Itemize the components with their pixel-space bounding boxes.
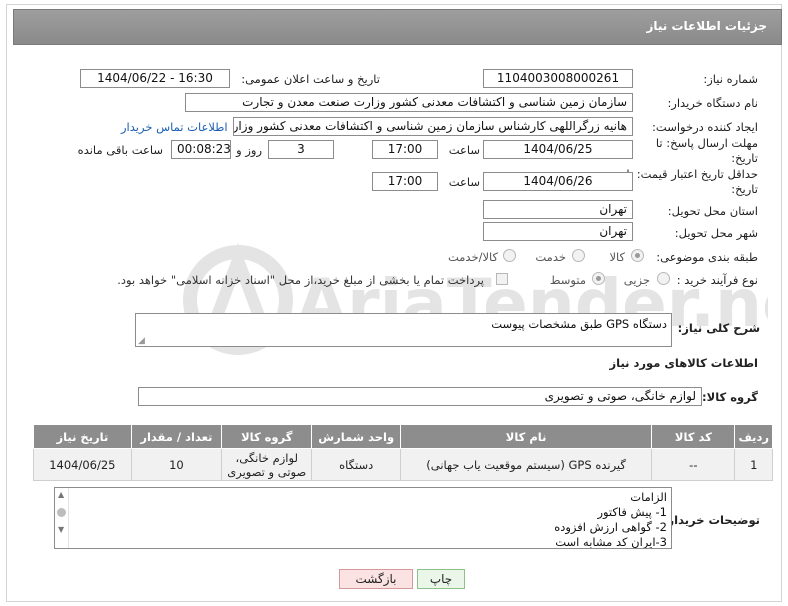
process-radio-minor[interactable] bbox=[657, 272, 670, 285]
process-label: نوع فرآیند خرید : bbox=[676, 273, 758, 287]
notes-line: 3-ایران کد مشابه است bbox=[555, 535, 667, 549]
col-unit: واحد شمارش bbox=[311, 424, 401, 449]
category-option-goods: کالا bbox=[609, 250, 625, 264]
goods-group-label: گروه کالا: bbox=[702, 390, 758, 404]
need-number-field[interactable]: 1104003008000261 bbox=[483, 69, 633, 88]
notes-content: الزامات 1- پیش فاکتور 2- گواهی ارزش افزو… bbox=[55, 488, 671, 549]
notes-line: 1- پیش فاکتور bbox=[597, 505, 667, 519]
table-header-row: ردیف کد کالا نام کالا واحد شمارش گروه کا… bbox=[33, 424, 773, 449]
validity-time-label: ساعت bbox=[448, 175, 480, 189]
remaining-time-field[interactable]: 00:08:23 bbox=[171, 140, 231, 159]
category-option-goods-service: کالا/خدمت bbox=[447, 250, 498, 264]
goods-group-field[interactable]: لوازم خانگی، صوتی و تصویری bbox=[138, 387, 702, 406]
resize-grip-icon[interactable]: ◢ bbox=[138, 336, 145, 346]
treasury-payment-checkbox[interactable] bbox=[496, 273, 508, 285]
validity-time-field[interactable]: 17:00 bbox=[372, 172, 438, 191]
category-radio-goods-service[interactable] bbox=[503, 249, 516, 262]
category-label: طبقه بندی موضوعی: bbox=[656, 250, 758, 264]
scroll-down-icon[interactable]: ▼ bbox=[58, 525, 64, 534]
category-radio-service[interactable] bbox=[572, 249, 585, 262]
goods-table: ردیف کد کالا نام کالا واحد شمارش گروه کا… bbox=[33, 424, 773, 481]
buyer-org-field[interactable]: سازمان زمین شناسی و اکتشافات معدنی کشور … bbox=[185, 93, 633, 112]
process-option-medium: متوسط bbox=[549, 273, 586, 287]
creator-label: ایجاد کننده درخواست: bbox=[652, 120, 758, 134]
scroll-up-icon[interactable]: ▲ bbox=[58, 490, 64, 499]
category-option-service: خدمت bbox=[535, 250, 566, 264]
cell-quantity: 10 bbox=[130, 448, 223, 481]
col-quantity: تعداد / مقدار bbox=[130, 424, 223, 449]
contact-buyer-link[interactable]: اطلاعات تماس خریدار bbox=[121, 120, 228, 134]
creator-field[interactable]: هانیه زرگراللهی کارشناس سازمان زمین شناس… bbox=[233, 117, 633, 136]
notes-line: الزامات bbox=[630, 490, 667, 504]
print-button[interactable]: چاپ bbox=[417, 569, 465, 589]
validity-label: حداقل تاریخ اعتبار قیمت: تا تاریخ: bbox=[626, 167, 758, 196]
col-goods-group: گروه کالا bbox=[221, 424, 313, 449]
cell-goods-code: -- bbox=[651, 448, 736, 481]
goods-info-title: اطلاعات کالاهای مورد نیاز bbox=[609, 356, 758, 370]
validity-date-field[interactable]: 1404/06/26 bbox=[483, 172, 633, 191]
remaining-label: ساعت باقی مانده bbox=[77, 143, 163, 157]
table-row[interactable]: 1 -- گیرنده GPS (سیستم موقعیت یاب جهانی)… bbox=[33, 448, 773, 481]
days-field[interactable]: 3 bbox=[268, 140, 334, 159]
description-text: دستگاه GPS طبق مشخصات پیوست bbox=[491, 317, 667, 331]
city-field[interactable]: تهران bbox=[483, 222, 633, 241]
notes-line: 2- گواهی ارزش افزوده bbox=[554, 520, 667, 534]
col-goods-name: نام کالا bbox=[399, 424, 653, 449]
buyer-org-label: نام دستگاه خریدار: bbox=[667, 96, 758, 110]
scroll-thumb[interactable] bbox=[57, 508, 66, 517]
cell-need-date: 1404/06/25 bbox=[33, 448, 132, 481]
back-button[interactable]: بازگشت bbox=[339, 569, 413, 589]
category-radio-goods[interactable] bbox=[631, 249, 644, 262]
buyer-notes-field[interactable]: ▲ ▼ الزامات 1- پیش فاکتور 2- گواهی ارزش … bbox=[54, 487, 672, 549]
city-label: شهر محل تحویل: bbox=[674, 226, 758, 240]
process-option-minor: جزیی bbox=[623, 273, 650, 287]
province-label: استان محل تحویل: bbox=[667, 204, 758, 218]
cell-goods-group: لوازم خانگی، صوتی و تصویری bbox=[221, 448, 313, 481]
col-row-number: ردیف bbox=[734, 424, 773, 449]
deadline-time-field[interactable]: 17:00 bbox=[372, 140, 438, 159]
deadline-date-field[interactable]: 1404/06/25 bbox=[483, 140, 633, 159]
cell-unit: دستگاه bbox=[311, 448, 401, 481]
page-header: جزئیات اطلاعات نیاز bbox=[13, 9, 782, 45]
deadline-label: مهلت ارسال پاسخ: تا تاریخ: bbox=[655, 136, 758, 165]
col-goods-code: کد کالا bbox=[651, 424, 736, 449]
cell-goods-name: گیرنده GPS (سیستم موقعیت یاب جهانی) bbox=[399, 448, 653, 481]
cell-row-number: 1 bbox=[734, 448, 773, 481]
col-need-date: تاریخ نیاز bbox=[33, 424, 132, 449]
process-radio-medium[interactable] bbox=[592, 272, 605, 285]
payment-note: پرداخت تمام یا بخشی از مبلغ خرید،از محل … bbox=[117, 273, 484, 287]
deadline-time-label: ساعت bbox=[448, 143, 480, 157]
announce-label: تاریخ و ساعت اعلان عمومی: bbox=[241, 72, 380, 86]
description-field[interactable]: دستگاه GPS طبق مشخصات پیوست ◢ bbox=[135, 313, 672, 347]
announce-field[interactable]: 1404/06/22 - 16:30 bbox=[80, 69, 230, 88]
province-field[interactable]: تهران bbox=[483, 200, 633, 219]
buyer-notes-label: توضیحات خریدار: bbox=[662, 513, 760, 527]
days-label: روز و bbox=[236, 143, 262, 157]
notes-scrollbar[interactable]: ▲ ▼ bbox=[55, 488, 69, 548]
description-label: شرح کلی نیاز: bbox=[677, 321, 760, 335]
page-title: جزئیات اطلاعات نیاز bbox=[646, 19, 767, 33]
need-number-label: شماره نیاز: bbox=[703, 72, 758, 86]
